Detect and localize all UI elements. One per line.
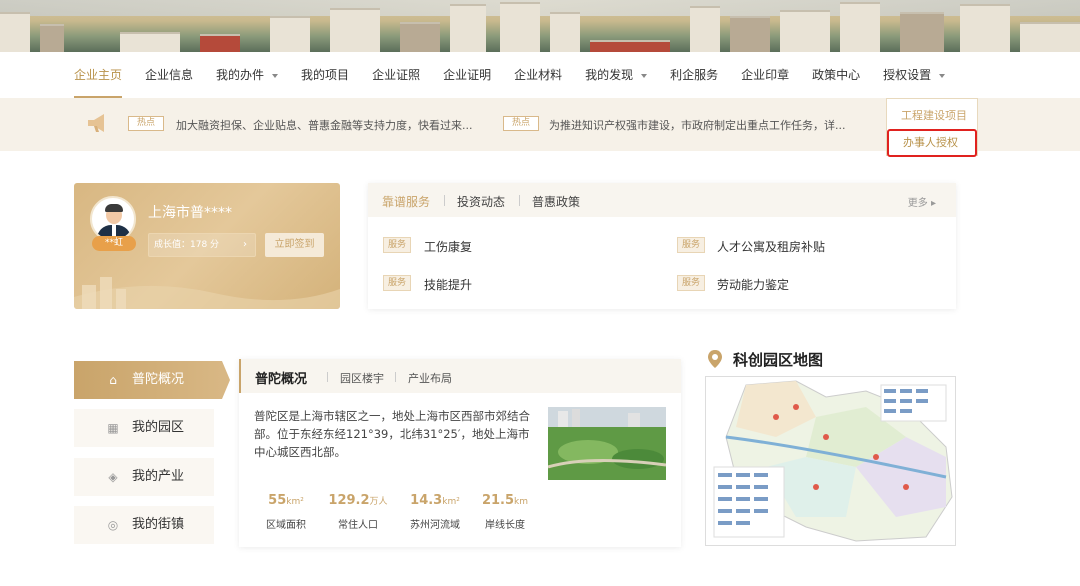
services-tabs: 靠谱服务 投资动态 普惠政策 更多 ▸ [368, 183, 956, 217]
auth-settings-dropdown: 工程建设项目 办事人授权 [886, 98, 978, 157]
nav-item[interactable]: 企业信息 [145, 52, 193, 98]
home-icon: ⌂ [109, 373, 117, 387]
hot-tag: 热点 [503, 116, 539, 131]
district-map [713, 380, 953, 542]
service-tag: 服务 [383, 237, 411, 253]
service-item[interactable]: 劳动能力鉴定 [717, 276, 789, 293]
growth-text: 成长值：178 分 [154, 240, 220, 250]
caret-down-icon [939, 73, 946, 78]
overview-description: 普陀区是上海市辖区之一，地处上海市区西部市郊结合部。位于东经东经121°39，北… [254, 409, 530, 459]
tab-investment[interactable]: 投资动态 [457, 193, 505, 210]
service-item[interactable]: 工伤康复 [424, 238, 472, 255]
nav-item[interactable]: 利企服务 [670, 52, 718, 98]
menu-my-park[interactable]: ▦ 我的园区 [74, 409, 214, 447]
location-icon: ◎ [107, 518, 119, 532]
service-tag: 服务 [677, 275, 705, 291]
dropdown-item-agent-auth[interactable]: 办事人授权 [887, 129, 977, 157]
chevron-right-icon: › [243, 239, 247, 250]
growth-value[interactable]: 成长值：178 分 › [148, 233, 256, 257]
menu-my-street[interactable]: ◎ 我的街镇 [74, 506, 214, 544]
main-nav: 企业主页 企业信息 我的办件 我的项目 企业证照 企业证明 企业材料 我的发现 利企服务 企业印章… [74, 52, 968, 98]
stat-population: 129.2万人 常住人口 [328, 493, 388, 531]
menu-my-industry[interactable]: ◈ 我的产业 [74, 458, 214, 496]
tab-reliable-services[interactable]: 靠谱服务 [382, 193, 430, 210]
overview-title: 普陀概况 [255, 372, 308, 387]
user-badge: **虹 [92, 236, 136, 251]
dropdown-item-project[interactable]: 工程建设项目 [887, 105, 977, 127]
nav-item[interactable]: 企业主页 [74, 52, 123, 98]
nav-item[interactable]: 企业证明 [443, 52, 491, 98]
stat-river-basin: 14.3km² 苏州河流域 [410, 493, 460, 531]
caret-down-icon [641, 73, 648, 78]
nav-item[interactable]: 我的发现 [585, 52, 648, 98]
map-pin-icon [708, 350, 722, 368]
building-icon: ▦ [107, 421, 119, 435]
nav-item[interactable]: 企业材料 [514, 52, 562, 98]
more-link[interactable]: 更多 ▸ [908, 194, 936, 209]
service-tag: 服务 [677, 237, 705, 253]
sign-in-button[interactable]: 立即签到 [265, 233, 324, 257]
megaphone-icon [88, 114, 104, 132]
nav-item[interactable]: 企业证照 [372, 52, 420, 98]
caret-down-icon [272, 73, 279, 78]
district-photo [548, 407, 666, 480]
service-item[interactable]: 人才公寓及租房补贴 [717, 238, 825, 255]
overview-panel: 普陀概况 园区楼宇 产业布局 普陀区是上海市辖区之一，地处上海市区西部市郊结合部… [239, 359, 681, 547]
user-name: 上海市普**** [148, 205, 232, 221]
nav-item[interactable]: 授权设置 [883, 52, 946, 98]
stat-shoreline: 21.5km 岸线长度 [481, 493, 529, 531]
service-item[interactable]: 技能提升 [424, 276, 472, 293]
hot-news-link[interactable]: 为推进知识产权强市建设，市政府制定出重点工作任务，详... [549, 117, 846, 133]
service-tag: 服务 [383, 275, 411, 291]
nav-item[interactable]: 政策中心 [812, 52, 860, 98]
hot-tag: 热点 [128, 116, 164, 131]
city-banner [0, 0, 1080, 52]
menu-putuo-overview[interactable]: ⌂ 普陀概况 [74, 361, 230, 399]
nav-item[interactable]: 我的办件 [216, 52, 279, 98]
layers-icon: ◈ [108, 470, 118, 484]
tab-park-buildings[interactable]: 园区楼宇 [340, 370, 384, 386]
tab-industry-layout[interactable]: 产业布局 [408, 370, 452, 386]
map-title: 科创园区地图 [733, 351, 824, 369]
stat-area: 55km² 区域面积 [266, 493, 306, 531]
tab-policy[interactable]: 普惠政策 [532, 193, 580, 210]
services-panel: 靠谱服务 投资动态 普惠政策 更多 ▸ 服务 工伤康复 服务 人才公寓及租房补贴… [368, 183, 956, 309]
hot-news-link[interactable]: 加大融资担保、企业贴息、普惠金融等支持力度，快看过来... [176, 117, 473, 133]
park-map[interactable] [705, 376, 956, 546]
user-card: **虹 上海市普**** 成长值：178 分 › 立即签到 [74, 183, 340, 309]
nav-item[interactable]: 企业印章 [741, 52, 789, 98]
overview-header: 普陀概况 园区楼宇 产业布局 [239, 359, 681, 393]
skyline-decoration [74, 277, 340, 309]
nav-item[interactable]: 我的项目 [301, 52, 349, 98]
